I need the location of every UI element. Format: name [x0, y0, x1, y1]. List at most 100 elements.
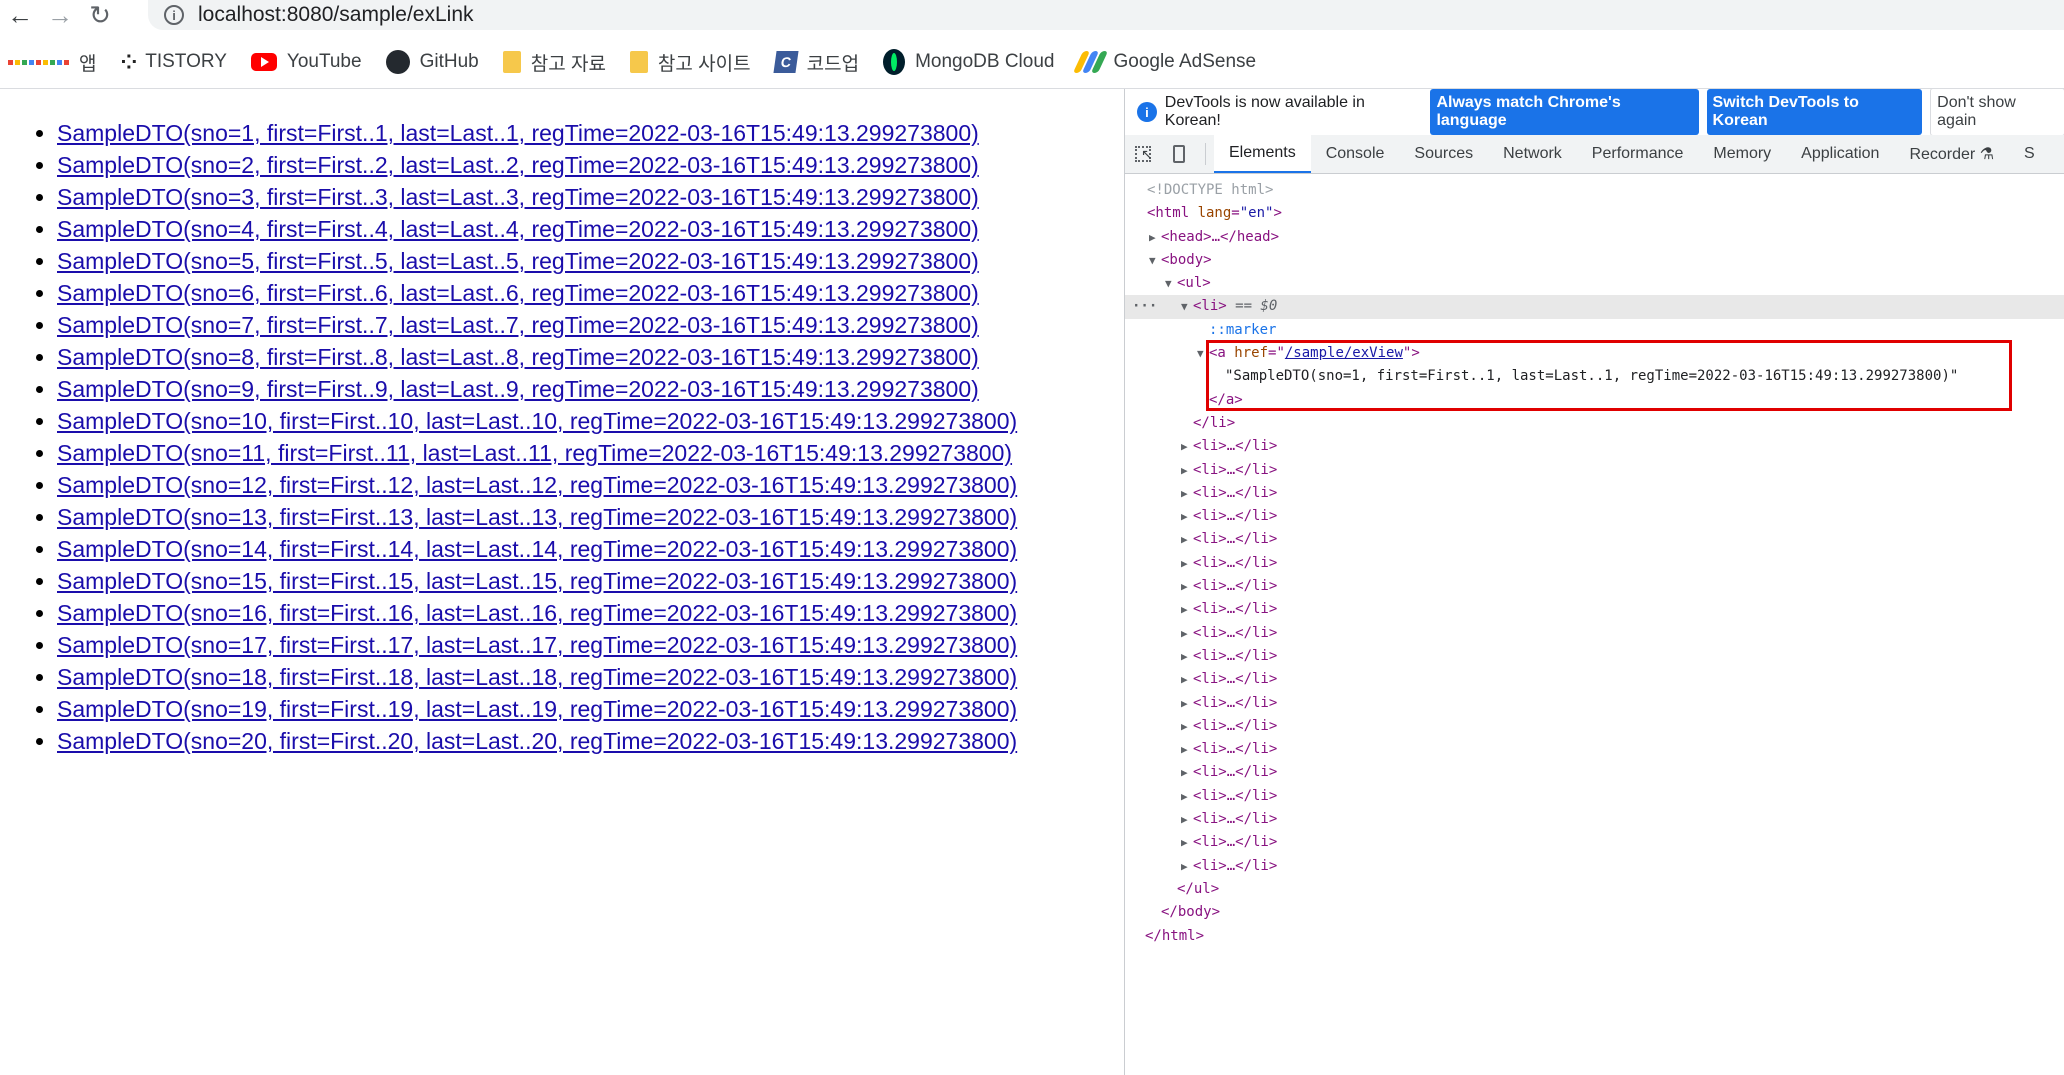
bookmark-github[interactable]: GitHub [385, 50, 479, 74]
forward-arrow-icon[interactable]: → [40, 0, 80, 30]
expand-triangle-icon[interactable]: ▶ [1181, 738, 1193, 761]
expand-triangle-icon[interactable]: ▶ [1181, 459, 1193, 482]
html-node[interactable]: <html lang="en"> [1125, 202, 2064, 225]
body-node[interactable]: ▼ <body> [1125, 249, 2064, 272]
bookmark-mongodb[interactable]: MongoDB Cloud [883, 49, 1054, 75]
expand-triangle-icon[interactable]: ▶ [1181, 575, 1193, 598]
collapsed-li-node[interactable]: ▶ <li>…</li> [1125, 528, 2064, 551]
collapsed-li-node[interactable]: ▶ <li>…</li> [1125, 598, 2064, 621]
collapsed-li-node[interactable]: ▶ <li>…</li> [1125, 668, 2064, 691]
head-node[interactable]: ▶ <head>…</head> [1125, 226, 2064, 249]
collapsed-li-node[interactable]: ▶ <li>…</li> [1125, 785, 2064, 808]
sample-link[interactable]: SampleDTO(sno=4, first=First..4, last=La… [57, 216, 979, 242]
bookmark-youtube[interactable]: YouTube [250, 51, 362, 73]
sample-link[interactable]: SampleDTO(sno=8, first=First..8, last=La… [57, 344, 979, 370]
expand-triangle-icon[interactable]: ▶ [1181, 552, 1193, 575]
selected-li-node[interactable]: ··· ▼ <li> == $0 [1125, 295, 2064, 319]
expand-triangle-icon[interactable]: ▶ [1181, 715, 1193, 738]
collapsed-li-node[interactable]: ▶ <li>…</li> [1125, 738, 2064, 761]
collapsed-li-node[interactable]: ▶ <li>…</li> [1125, 459, 2064, 482]
collapse-triangle-icon[interactable]: ▼ [1181, 295, 1193, 318]
tab-sources[interactable]: Sources [1399, 135, 1488, 173]
bookmark-tistory[interactable]: ⁘ TISTORY [120, 50, 226, 75]
sample-link[interactable]: SampleDTO(sno=13, first=First..13, last=… [57, 504, 1017, 530]
sample-link[interactable]: SampleDTO(sno=14, first=First..14, last=… [57, 536, 1017, 562]
collapsed-li-node[interactable]: ▶ <li>…</li> [1125, 692, 2064, 715]
tab-network[interactable]: Network [1488, 135, 1577, 173]
collapsed-li-node[interactable]: ▶ <li>…</li> [1125, 575, 2064, 598]
collapsed-li-node[interactable]: ▶ <li>…</li> [1125, 855, 2064, 878]
bookmark-folder-sites[interactable]: 참고 사이트 [629, 49, 751, 76]
ul-node[interactable]: ▼ <ul> [1125, 272, 2064, 295]
bookmark-adsense[interactable]: Google AdSense [1073, 51, 1256, 73]
sample-link[interactable]: SampleDTO(sno=9, first=First..9, last=La… [57, 376, 979, 402]
site-info-icon[interactable]: i [164, 5, 184, 25]
expand-triangle-icon[interactable]: ▶ [1181, 435, 1193, 458]
collapsed-li-node[interactable]: ▶ <li>…</li> [1125, 622, 2064, 645]
collapsed-li-node[interactable]: ▶ <li>…</li> [1125, 715, 2064, 738]
back-arrow-icon[interactable]: ← [0, 0, 40, 30]
tab-application[interactable]: Application [1786, 135, 1894, 173]
expand-triangle-icon[interactable]: ▶ [1181, 808, 1193, 831]
address-bar[interactable]: i localhost:8080/sample/exLink [148, 0, 2064, 30]
sample-link[interactable]: SampleDTO(sno=10, first=First..10, last=… [57, 408, 1017, 434]
expand-triangle-icon[interactable]: ▶ [1181, 761, 1193, 784]
sample-link[interactable]: SampleDTO(sno=16, first=First..16, last=… [57, 600, 1017, 626]
li-close-node[interactable]: </li> [1125, 412, 2064, 435]
collapsed-li-node[interactable]: ▶ <li>…</li> [1125, 761, 2064, 784]
sample-link[interactable]: SampleDTO(sno=12, first=First..12, last=… [57, 472, 1017, 498]
doctype-node[interactable]: <!DOCTYPE html> [1125, 179, 2064, 202]
expand-triangle-icon[interactable]: ▶ [1181, 831, 1193, 854]
match-language-button[interactable]: Always match Chrome's language [1430, 89, 1699, 135]
tab-overflow[interactable]: S [2009, 135, 2050, 173]
sample-link[interactable]: SampleDTO(sno=15, first=First..15, last=… [57, 568, 1017, 594]
expand-triangle-icon[interactable]: ▶ [1181, 855, 1193, 878]
sample-link[interactable]: SampleDTO(sno=19, first=First..19, last=… [57, 696, 1017, 722]
sample-link[interactable]: SampleDTO(sno=6, first=First..6, last=La… [57, 280, 979, 306]
collapsed-li-node[interactable]: ▶ <li>…</li> [1125, 552, 2064, 575]
body-close-node[interactable]: </body> [1125, 901, 2064, 924]
collapse-triangle-icon[interactable]: ▼ [1165, 272, 1177, 295]
ul-close-node[interactable]: </ul> [1125, 878, 2064, 901]
reload-icon[interactable]: ↻ [80, 0, 120, 30]
tab-memory[interactable]: Memory [1698, 135, 1786, 173]
dont-show-again-button[interactable]: Don't show again [1930, 88, 2064, 136]
sample-link[interactable]: SampleDTO(sno=1, first=First..1, last=La… [57, 120, 979, 146]
collapse-triangle-icon[interactable]: ▼ [1149, 249, 1161, 272]
collapsed-li-node[interactable]: ▶ <li>…</li> [1125, 808, 2064, 831]
sample-link[interactable]: SampleDTO(sno=20, first=First..20, last=… [57, 728, 1017, 754]
collapsed-li-node[interactable]: ▶ <li>…</li> [1125, 645, 2064, 668]
expand-triangle-icon[interactable]: ▶ [1181, 505, 1193, 528]
switch-korean-button[interactable]: Switch DevTools to Korean [1706, 89, 1923, 135]
expand-triangle-icon[interactable]: ▶ [1149, 226, 1161, 249]
sample-link[interactable]: SampleDTO(sno=3, first=First..3, last=La… [57, 184, 979, 210]
expand-triangle-icon[interactable]: ▶ [1181, 482, 1193, 505]
inspect-element-icon[interactable] [1125, 135, 1161, 173]
sample-link[interactable]: SampleDTO(sno=11, first=First..11, last=… [57, 440, 1012, 466]
sample-link[interactable]: SampleDTO(sno=5, first=First..5, last=La… [57, 248, 979, 274]
collapsed-li-node[interactable]: ▶ <li>…</li> [1125, 831, 2064, 854]
tab-recorder[interactable]: Recorder ⚗ [1894, 135, 2009, 173]
marker-node[interactable]: ::marker [1125, 319, 2064, 342]
sample-link[interactable]: SampleDTO(sno=7, first=First..7, last=La… [57, 312, 979, 338]
sample-link[interactable]: SampleDTO(sno=17, first=First..17, last=… [57, 632, 1017, 658]
sample-link[interactable]: SampleDTO(sno=18, first=First..18, last=… [57, 664, 1017, 690]
more-options-icon[interactable]: ··· [1132, 295, 1157, 318]
collapsed-li-node[interactable]: ▶ <li>…</li> [1125, 435, 2064, 458]
expand-triangle-icon[interactable]: ▶ [1181, 668, 1193, 691]
expand-triangle-icon[interactable]: ▶ [1181, 785, 1193, 808]
expand-triangle-icon[interactable]: ▶ [1181, 598, 1193, 621]
sample-link[interactable]: SampleDTO(sno=2, first=First..2, last=La… [57, 152, 979, 178]
expand-triangle-icon[interactable]: ▶ [1181, 692, 1193, 715]
bookmark-folder-references[interactable]: 참고 자료 [502, 49, 606, 76]
collapsed-li-node[interactable]: ▶ <li>…</li> [1125, 482, 2064, 505]
html-close-node[interactable]: </html> [1125, 925, 2064, 948]
expand-triangle-icon[interactable]: ▶ [1181, 645, 1193, 668]
device-toolbar-icon[interactable] [1161, 135, 1197, 173]
expand-triangle-icon[interactable]: ▶ [1181, 528, 1193, 551]
expand-triangle-icon[interactable]: ▶ [1181, 622, 1193, 645]
tab-console[interactable]: Console [1311, 135, 1400, 173]
collapsed-li-node[interactable]: ▶ <li>…</li> [1125, 505, 2064, 528]
bookmark-apps[interactable]: 앱 [8, 49, 96, 76]
tab-performance[interactable]: Performance [1577, 135, 1699, 173]
